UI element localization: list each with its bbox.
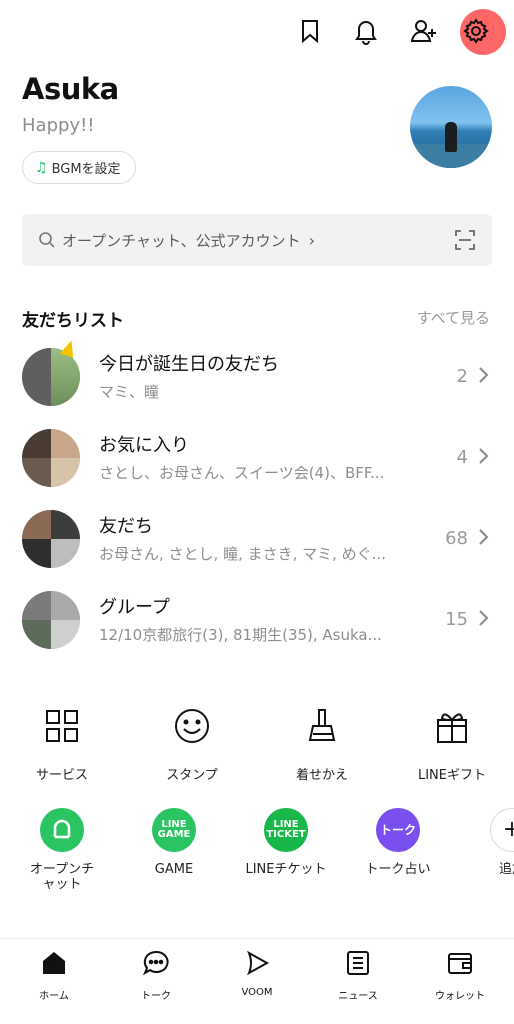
row-subtitle: 12/10京都旅行(3), 81期生(35), Asuka... <box>99 626 382 644</box>
friend-row-friends[interactable]: 友だち お母さん, さとし, 瞳, まさき, マミ, めぐ... 68 <box>0 504 514 576</box>
top-bar <box>0 0 514 64</box>
favorites-thumbnail <box>22 429 80 487</box>
see-all-link[interactable]: すべて見る <box>417 307 490 328</box>
nav-home-label: ホーム <box>39 991 69 1002</box>
row-count: 68 <box>445 528 468 549</box>
sticker-label: スタンプ <box>166 768 218 783</box>
friend-row-favorites[interactable]: お気に入り さとし、お母さん、スイーツ会(4)、BFF... 4 <box>0 423 514 495</box>
line-game-app[interactable]: LINE GAME GAME <box>119 808 229 877</box>
add-friend-icon[interactable] <box>406 13 442 49</box>
openchat-icon <box>40 808 84 852</box>
chat-bubble-icon <box>142 950 169 976</box>
music-note-icon: ♫ <box>35 159 48 176</box>
row-subtitle: お母さん, さとし, 瞳, まさき, マミ, めぐ... <box>99 545 386 563</box>
nav-wallet-label: ウォレット <box>435 991 485 1002</box>
talk-fortune-app[interactable]: トーク トーク占い <box>343 808 453 877</box>
nav-talk[interactable]: トーク <box>111 949 201 1002</box>
profile-name[interactable]: Asuka <box>22 72 119 106</box>
nav-home[interactable]: ホーム <box>9 949 99 1002</box>
bgm-setting-button[interactable]: ♫ BGMを設定 <box>22 151 136 184</box>
nav-news[interactable]: ニュース <box>313 949 403 1002</box>
sticker-button[interactable]: スタンプ <box>142 706 242 783</box>
voom-play-icon <box>247 950 270 976</box>
nav-voom[interactable]: VOOM <box>212 949 302 998</box>
talk-fortune-label: トーク占い <box>365 862 431 877</box>
gift-button[interactable]: LINEギフト <box>402 706 502 783</box>
search-icon <box>39 232 55 248</box>
nav-talk-label: トーク <box>141 991 171 1002</box>
openchat-app[interactable]: オープンチャット <box>7 808 117 892</box>
bookmark-icon[interactable] <box>292 13 328 49</box>
row-count: 2 <box>456 366 468 387</box>
friend-row-groups[interactable]: グループ 12/10京都旅行(3), 81期生(35), Asuka... 15 <box>0 585 514 657</box>
home-icon <box>43 952 65 974</box>
talk-fortune-icon: トーク <box>376 808 420 852</box>
grid-icon <box>46 710 78 742</box>
search-bar[interactable]: オープンチャット、公式アカウント › <box>22 214 492 266</box>
chevron-right-icon <box>479 529 489 545</box>
row-title: グループ <box>99 597 170 618</box>
add-app[interactable]: + 追加 <box>455 808 514 877</box>
notification-bell-icon[interactable] <box>348 13 384 49</box>
line-ticket-label: LINEチケット <box>245 862 327 877</box>
nav-news-label: ニュース <box>338 991 378 1002</box>
profile-status-message[interactable]: Happy!! <box>22 115 95 136</box>
line-game-label: GAME <box>154 862 194 877</box>
profile-avatar[interactable] <box>410 86 492 168</box>
friends-thumbnail <box>22 510 80 568</box>
row-subtitle: さとし、お母さん、スイーツ会(4)、BFF... <box>99 464 385 482</box>
settings-gear-icon[interactable] <box>458 13 494 49</box>
smiley-icon <box>175 709 209 743</box>
brush-icon <box>308 709 336 741</box>
add-icon: + <box>490 808 514 852</box>
groups-thumbnail <box>22 591 80 649</box>
gift-label: LINEギフト <box>417 768 486 783</box>
chevron-right-icon <box>479 448 489 464</box>
line-ticket-app[interactable]: LINE TICKET LINEチケット <box>231 808 341 877</box>
row-title: 友だち <box>99 516 153 537</box>
row-count: 4 <box>456 447 468 468</box>
friend-row-birthday[interactable]: 今日が誕生日の友だち マミ、瞳 2 <box>0 338 514 414</box>
chevron-right-icon <box>479 610 489 626</box>
bottom-navigation: ホーム トーク VOOM ニュース ウォレット <box>0 938 514 1024</box>
openchat-label: オープンチャット <box>29 862 95 892</box>
news-icon <box>347 951 369 975</box>
bgm-label: BGMを設定 <box>51 162 121 177</box>
line-game-icon: LINE GAME <box>152 808 196 852</box>
line-ticket-icon: LINE TICKET <box>264 808 308 852</box>
theme-button[interactable]: 着せかえ <box>272 706 372 783</box>
qr-scan-icon[interactable] <box>454 229 476 251</box>
friend-list-title: 友だちリスト <box>22 311 124 331</box>
theme-label: 着せかえ <box>295 768 348 783</box>
gift-icon <box>437 713 467 743</box>
row-count: 15 <box>445 609 468 630</box>
chevron-right-icon <box>479 367 489 383</box>
search-placeholder: オープンチャット、公式アカウント <box>62 231 301 250</box>
service-label: サービス <box>35 768 88 783</box>
add-label: 追加 <box>499 862 514 877</box>
row-subtitle: マミ、瞳 <box>99 383 160 401</box>
row-title: お気に入り <box>99 435 189 456</box>
wallet-icon <box>448 953 472 974</box>
nav-wallet[interactable]: ウォレット <box>415 949 505 1002</box>
row-title: 今日が誕生日の友だち <box>99 354 279 375</box>
chevron-right-icon: › <box>308 230 316 250</box>
nav-voom-label: VOOM <box>241 987 273 998</box>
service-button[interactable]: サービス <box>12 706 112 783</box>
